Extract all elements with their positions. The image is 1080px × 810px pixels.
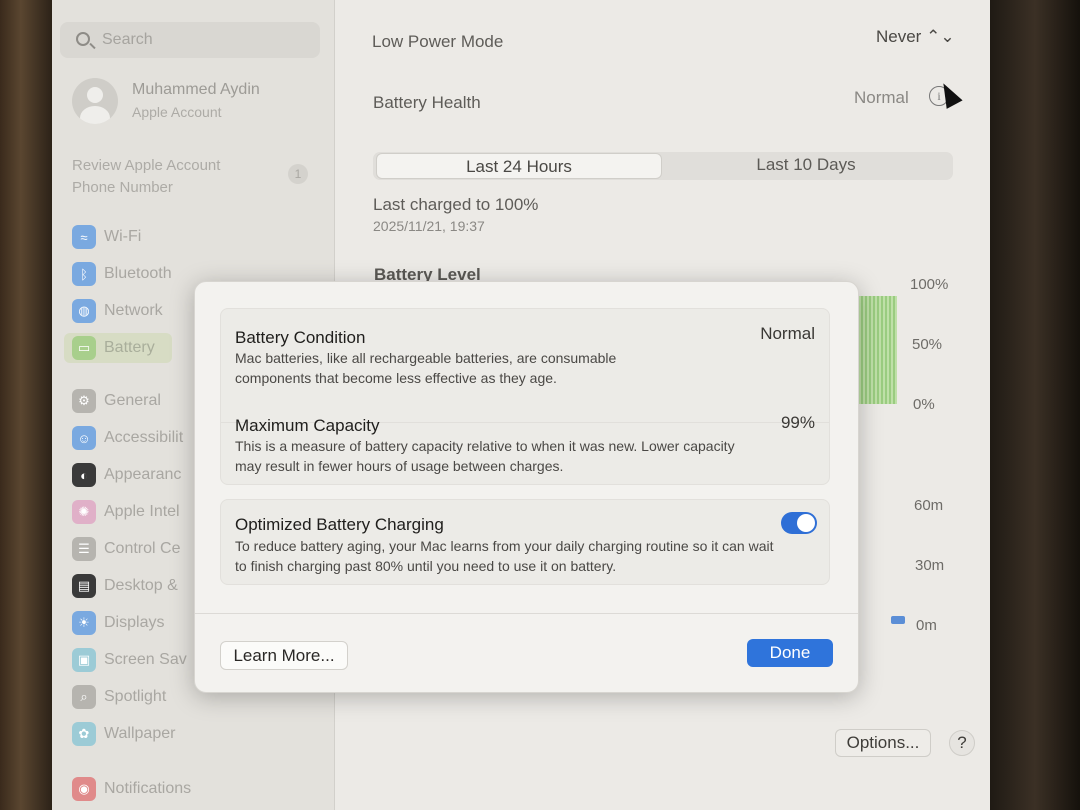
learn-more-button[interactable]: Learn More... xyxy=(220,641,348,670)
level-axis-50: 50% xyxy=(912,336,943,353)
battery-info-card: Battery Condition Normal Mac batteries, … xyxy=(220,308,830,485)
account-subtitle: Apple Account xyxy=(132,104,222,120)
optimized-charging-desc: To reduce battery aging, your Mac learns… xyxy=(235,538,774,574)
usage-axis-0m: 0m xyxy=(916,617,937,634)
sidebar-item-label: Control Ce xyxy=(104,540,181,557)
photo-bezel-right xyxy=(990,0,1080,810)
last-charged-date: 2025/11/21, 19:37 xyxy=(373,218,485,234)
maximum-capacity-desc: This is a measure of battery capacity re… xyxy=(235,438,735,474)
notifications-icon: ◉ xyxy=(72,777,96,801)
options-button[interactable]: Options... xyxy=(835,729,931,757)
battery-icon: ▭ xyxy=(72,336,96,360)
usage-axis-60m: 60m xyxy=(914,497,944,514)
screen-usage-bar xyxy=(891,616,905,624)
avatar[interactable] xyxy=(72,78,118,124)
sidebar-item-label: Appearanc xyxy=(104,466,182,483)
battery-health-value: Normal xyxy=(854,88,909,107)
battery-condition-title: Battery Condition xyxy=(235,328,366,347)
sidebar-item-label: Notifications xyxy=(104,780,192,797)
search-icon xyxy=(76,32,90,46)
done-button[interactable]: Done xyxy=(747,639,833,667)
review-line-1: Review Apple Account xyxy=(72,157,221,174)
accessibility-icon: ☺ xyxy=(72,426,96,450)
low-power-mode-select[interactable]: Never ⌃⌄ xyxy=(876,27,955,47)
search-placeholder: Search xyxy=(102,31,153,48)
search-input[interactable]: Search xyxy=(60,22,320,58)
appearance-icon: ◐ xyxy=(72,463,96,487)
last-charged-title: Last charged to 100% xyxy=(373,195,539,214)
sidebar-item-label: Apple Intel xyxy=(104,503,180,520)
wifi-icon: ≈ xyxy=(72,225,96,249)
notification-badge: 1 xyxy=(288,164,308,184)
sidebar-item-wallpaper[interactable]: ✿ Wallpaper xyxy=(72,719,322,749)
sidebar-item-label: General xyxy=(104,392,161,409)
tab-last-24-hours[interactable]: Last 24 Hours xyxy=(376,153,662,179)
low-power-mode-label: Low Power Mode xyxy=(372,32,504,51)
optimized-charging-title: Optimized Battery Charging xyxy=(235,515,444,534)
bluetooth-icon: ᛒ xyxy=(72,262,96,286)
usage-axis-30m: 30m xyxy=(915,557,945,574)
spotlight-icon: ⌕ xyxy=(72,685,96,709)
sidebar-item-label: Wi-Fi xyxy=(104,228,142,245)
sidebar-item-notifications[interactable]: ◉ Notifications xyxy=(72,774,322,804)
sidebar-item-label: Spotlight xyxy=(104,688,167,705)
sidebar-item-label: Network xyxy=(104,302,163,319)
maximum-capacity-value: 99% xyxy=(780,413,815,432)
dialog-footer-divider xyxy=(195,613,858,614)
level-axis-0: 0% xyxy=(913,396,935,413)
photo-bezel-left xyxy=(0,0,52,810)
displays-icon: ☀ xyxy=(72,611,96,635)
desktop-icon: ▤ xyxy=(72,574,96,598)
battery-condition-desc: Mac batteries, like all rechargeable bat… xyxy=(235,350,617,386)
sidebar-item-battery[interactable]: ▭ Battery xyxy=(64,333,172,363)
battery-condition-value: Normal xyxy=(760,324,815,343)
battery-health-label: Battery Health xyxy=(373,93,481,112)
review-line-2: Phone Number xyxy=(72,179,173,196)
wallpaper-icon: ✿ xyxy=(72,722,96,746)
apple-intelligence-icon: ✺ xyxy=(72,500,96,524)
globe-icon: ◍ xyxy=(72,299,96,323)
optimized-charging-toggle[interactable] xyxy=(781,512,817,534)
sidebar-item-wi-fi[interactable]: ≈ Wi-Fi xyxy=(72,222,322,252)
optimized-charging-card: Optimized Battery Charging To reduce bat… xyxy=(220,499,830,585)
sidebar-item-label: Desktop & xyxy=(104,577,178,594)
sidebar-item-label: Displays xyxy=(104,614,165,631)
account-name[interactable]: Muhammed Aydin xyxy=(132,81,260,99)
control-center-icon: ☰ xyxy=(72,537,96,561)
maximum-capacity-title: Maximum Capacity xyxy=(235,416,380,435)
battery-health-dialog: Battery Condition Normal Mac batteries, … xyxy=(194,281,859,693)
settings-window: Search Muhammed Aydin Apple Account Revi… xyxy=(52,0,990,810)
tab-last-10-days[interactable]: Last 10 Days xyxy=(663,153,949,179)
gear-icon: ⚙ xyxy=(72,389,96,413)
help-button[interactable]: ? xyxy=(949,730,975,756)
sidebar-item-label: Bluetooth xyxy=(104,265,172,282)
sidebar-item-label: Accessibilit xyxy=(104,429,184,446)
review-account-item[interactable]: Review Apple Account Phone Number xyxy=(72,155,272,199)
level-axis-100: 100% xyxy=(910,276,949,293)
sidebar-item-label: Screen Sav xyxy=(104,651,187,668)
screen-saver-icon: ▣ xyxy=(72,648,96,672)
time-range-segmented-control: Last 24 Hours Last 10 Days xyxy=(373,152,953,180)
sidebar-item-label: Wallpaper xyxy=(104,725,176,742)
sidebar-item-label: Battery xyxy=(104,339,155,356)
